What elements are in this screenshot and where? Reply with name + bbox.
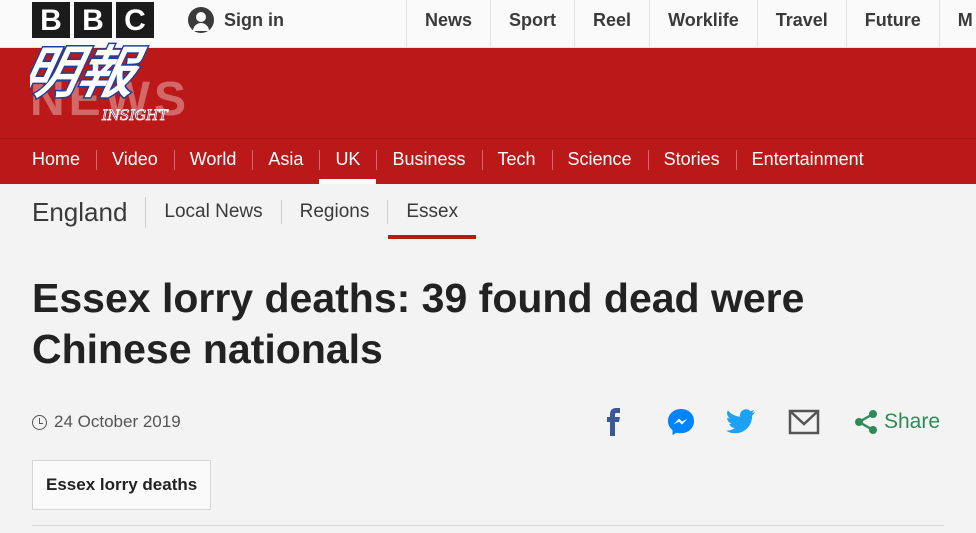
nav-home[interactable]: Home: [0, 139, 96, 184]
section-title[interactable]: England: [32, 196, 147, 228]
main-nav: Home Video World Asia UK Business Tech S…: [0, 138, 976, 184]
global-nav-more[interactable]: M: [938, 0, 976, 47]
watermark-logo: 明報 INSIGHT: [30, 39, 170, 124]
article-date: 24 October 2019: [32, 412, 181, 432]
subnav-regions[interactable]: Regions: [282, 200, 389, 224]
share-label: Share: [884, 410, 941, 433]
nav-world[interactable]: World: [173, 139, 253, 184]
clock-icon: [32, 414, 47, 430]
facebook-icon[interactable]: [600, 407, 628, 437]
global-nav-worklife[interactable]: Worklife: [649, 0, 757, 47]
article-headline: Essex lorry deaths: 39 found dead were C…: [32, 275, 805, 372]
subnav-local-news[interactable]: Local News: [146, 200, 282, 224]
global-nav-future[interactable]: Future: [845, 0, 939, 47]
global-nav-travel[interactable]: Travel: [756, 0, 846, 47]
share-tools: Share: [600, 405, 940, 439]
nav-business[interactable]: Business: [376, 139, 481, 184]
share-button[interactable]: Share: [854, 409, 940, 435]
global-nav-sport[interactable]: Sport: [490, 0, 574, 47]
content-divider: [32, 525, 944, 526]
messenger-icon[interactable]: [666, 407, 696, 437]
watermark-subtitle: INSIGHT: [101, 108, 169, 124]
global-nav: News Sport Reel Worklife Travel Future M: [406, 0, 976, 47]
nav-asia[interactable]: Asia: [252, 139, 319, 184]
email-icon[interactable]: [788, 409, 820, 435]
nav-video[interactable]: Video: [96, 139, 174, 184]
sign-in-label: Sign in: [224, 9, 284, 30]
nav-uk[interactable]: UK: [319, 139, 377, 184]
subnav-essex[interactable]: Essex: [388, 200, 476, 239]
global-nav-news[interactable]: News: [406, 0, 490, 47]
topic-tag[interactable]: Essex lorry deaths: [32, 460, 212, 510]
nav-entertainment[interactable]: Entertainment: [735, 139, 880, 184]
watermark-title: 明報: [30, 41, 149, 106]
nav-tech[interactable]: Tech: [481, 139, 552, 184]
twitter-icon[interactable]: [726, 408, 756, 436]
nav-stories[interactable]: Stories: [647, 139, 736, 184]
nav-science[interactable]: Science: [551, 139, 648, 184]
secondary-nav: England Local News Regions Essex: [32, 190, 476, 239]
date-text: 24 October 2019: [54, 412, 181, 431]
global-nav-reel[interactable]: Reel: [574, 0, 649, 47]
share-icon: [855, 410, 877, 434]
